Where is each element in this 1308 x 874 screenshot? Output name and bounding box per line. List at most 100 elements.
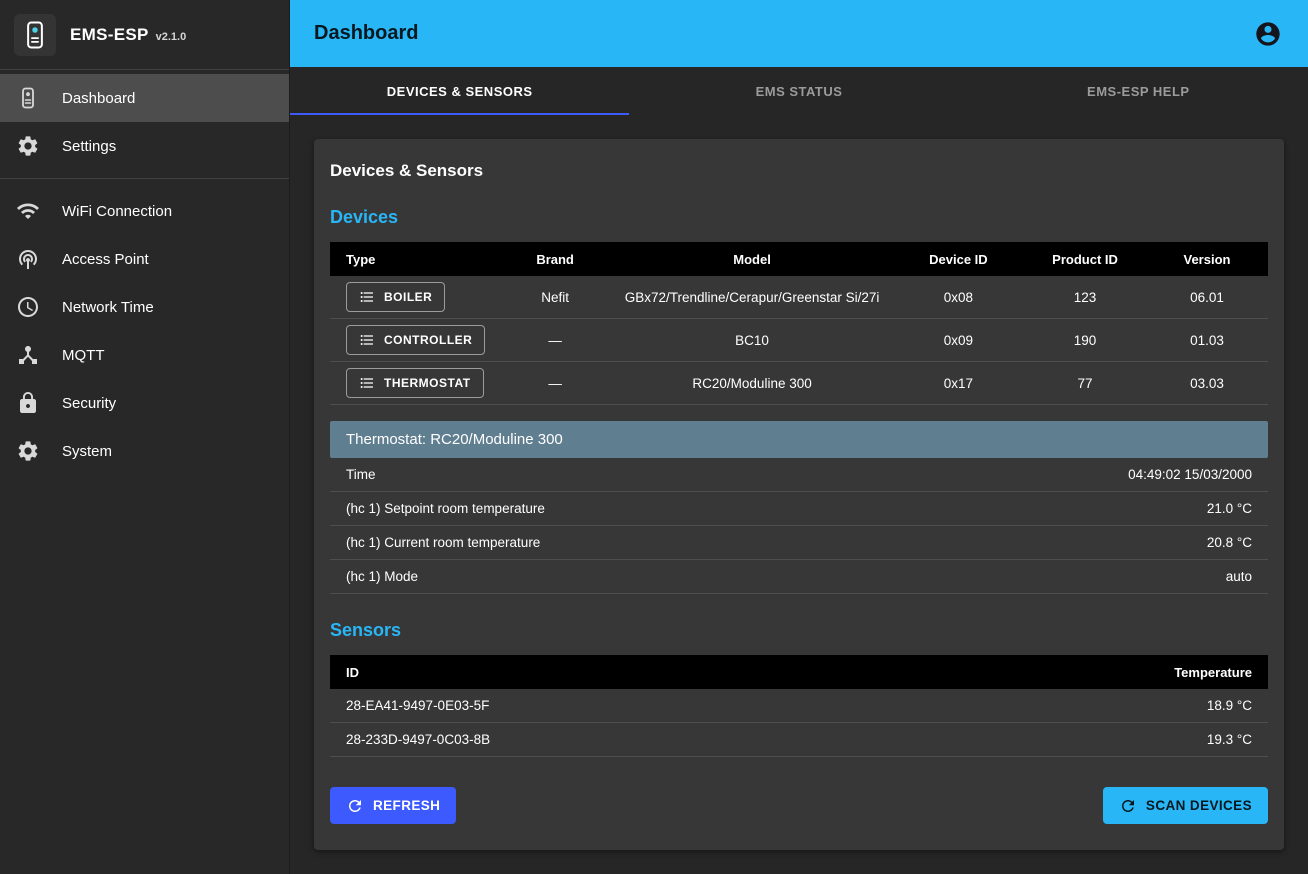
device-type-label: THERMOSTAT [384,376,471,390]
devices-table: Type Brand Model Device ID Product ID Ve… [330,242,1268,405]
sidebar-item-security[interactable]: Security [0,379,289,427]
sensor-row: 28-233D-9497-0C03-8B 19.3 °C [330,723,1268,757]
gear-icon [16,134,40,158]
tab-bar: DEVICES & SENSORS EMS STATUS EMS-ESP HEL… [290,67,1308,115]
tab-label: EMS STATUS [756,84,843,99]
device-hub-icon [16,343,40,367]
sidebar-item-network-time[interactable]: Network Time [0,283,289,331]
thermostat-row: (hc 1) Setpoint room temperature 21.0 °C [330,492,1268,526]
wifi-tethering-icon [16,247,40,271]
thermostat-row: (hc 1) Mode auto [330,560,1268,594]
lock-icon [16,391,40,415]
device-remote-icon [16,86,40,110]
value-text: auto [1226,569,1252,584]
device-type-button-boiler[interactable]: BOILER [346,282,445,312]
refresh-button[interactable]: REFRESH [330,787,456,824]
device-brand: — [499,376,612,391]
list-icon [359,289,375,305]
sensor-id: 28-EA41-9497-0E03-5F [346,698,489,713]
tab-label: EMS-ESP HELP [1087,84,1190,99]
device-brand: Nefit [499,290,612,305]
device-type-button-controller[interactable]: CONTROLLER [346,325,485,355]
sidebar-item-label: Access Point [62,251,149,268]
sidebar-item-label: Dashboard [62,90,135,107]
sidebar-item-label: WiFi Connection [62,203,172,220]
wifi-icon [16,199,40,223]
sidebar-item-label: Network Time [62,299,154,316]
device-product-id: 123 [1024,290,1146,305]
device-id: 0x08 [893,290,1024,305]
sidebar-item-wifi-connection[interactable]: WiFi Connection [0,187,289,235]
column-header: Version [1146,252,1268,267]
value-text: 20.8 °C [1207,535,1252,550]
sensor-id: 28-233D-9497-0C03-8B [346,732,490,747]
device-id: 0x09 [893,333,1024,348]
sidebar-header: EMS-ESP v2.1.0 [0,0,289,70]
devices-sensors-card: Devices & Sensors Devices Type Brand Mod… [314,139,1284,850]
refresh-icon [346,797,364,815]
device-version: 01.03 [1146,333,1268,348]
column-header: Temperature [1174,665,1252,680]
column-header: Product ID [1024,252,1146,267]
sidebar-item-access-point[interactable]: Access Point [0,235,289,283]
thermostat-banner: Thermostat: RC20/Moduline 300 [330,421,1268,458]
action-buttons: REFRESH SCAN DEVICES [330,787,1268,824]
clock-icon [16,295,40,319]
appbar: Dashboard [290,0,1308,67]
device-product-id: 190 [1024,333,1146,348]
scan-devices-button[interactable]: SCAN DEVICES [1103,787,1268,824]
sidebar-item-label: Security [62,395,116,412]
device-type-label: CONTROLLER [384,333,472,347]
tab-ems-status[interactable]: EMS STATUS [629,67,968,115]
sidebar-item-dashboard[interactable]: Dashboard [0,74,289,122]
sensors-table-header: ID Temperature [330,655,1268,689]
column-header: ID [346,665,359,680]
sidebar-item-mqtt[interactable]: MQTT [0,331,289,379]
refresh-button-label: REFRESH [373,798,440,813]
device-row: THERMOSTAT — RC20/Moduline 300 0x17 77 0… [330,362,1268,405]
tab-devices-sensors[interactable]: DEVICES & SENSORS [290,67,629,115]
value-text: 04:49:02 15/03/2000 [1128,467,1252,482]
device-model: BC10 [611,333,892,348]
device-type-label: BOILER [384,290,432,304]
sidebar-item-settings[interactable]: Settings [0,122,289,170]
tab-label: DEVICES & SENSORS [387,84,533,99]
sensors-heading: Sensors [330,620,1268,641]
app-title: EMS-ESP v2.1.0 [70,25,186,45]
sidebar-divider [0,178,289,179]
sensor-temperature: 19.3 °C [1207,732,1252,747]
list-icon [359,332,375,348]
device-product-id: 77 [1024,376,1146,391]
device-model: GBx72/Trendline/Cerapur/Greenstar Si/27i [611,290,892,305]
app-version: v2.1.0 [156,31,187,43]
account-button[interactable] [1252,18,1284,50]
sidebar: EMS-ESP v2.1.0 Dashboard Settings WiFi Co… [0,0,290,874]
sidebar-item-system[interactable]: System [0,427,289,475]
value-text: 21.0 °C [1207,501,1252,516]
devices-table-header: Type Brand Model Device ID Product ID Ve… [330,242,1268,276]
list-icon [359,375,375,391]
value-label: (hc 1) Setpoint room temperature [346,501,545,516]
thermostat-row: (hc 1) Current room temperature 20.8 °C [330,526,1268,560]
column-header: Type [330,252,499,267]
page-title: Dashboard [314,22,418,45]
app-name: EMS-ESP [70,25,149,44]
device-row: CONTROLLER — BC10 0x09 190 01.03 [330,319,1268,362]
tab-ems-esp-help[interactable]: EMS-ESP HELP [969,67,1308,115]
device-version: 03.03 [1146,376,1268,391]
gear-icon [16,439,40,463]
scan-devices-button-label: SCAN DEVICES [1146,798,1252,813]
panel-title: Devices & Sensors [330,161,1268,181]
refresh-icon [1119,797,1137,815]
devices-heading: Devices [330,207,1268,228]
main-area: Dashboard DEVICES & SENSORS EMS STATUS E… [290,0,1308,874]
sensor-row: 28-EA41-9497-0E03-5F 18.9 °C [330,689,1268,723]
device-model: RC20/Moduline 300 [611,376,892,391]
device-type-button-thermostat[interactable]: THERMOSTAT [346,368,484,398]
device-brand: — [499,333,612,348]
account-circle-icon [1254,20,1282,48]
device-row: BOILER Nefit GBx72/Trendline/Cerapur/Gre… [330,276,1268,319]
thermostat-values: Time 04:49:02 15/03/2000 (hc 1) Setpoint… [330,458,1268,594]
content-area: Devices & Sensors Devices Type Brand Mod… [290,115,1308,874]
thermostat-row: Time 04:49:02 15/03/2000 [330,458,1268,492]
